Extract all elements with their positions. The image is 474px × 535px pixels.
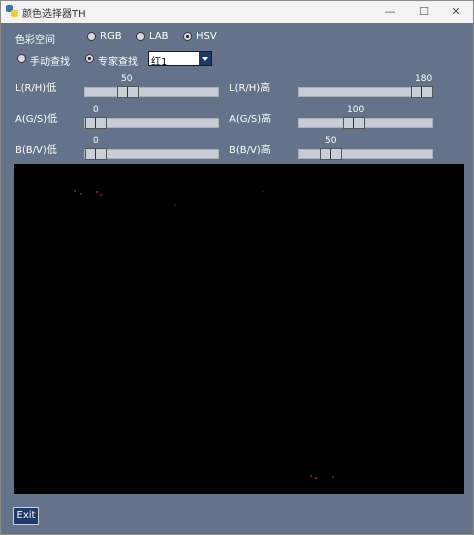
exit-button[interactable]: Exit xyxy=(13,507,39,525)
slider-b-low[interactable] xyxy=(84,148,219,160)
slider-a-low-label: A(G/S)低 xyxy=(15,114,58,125)
noise-pixel xyxy=(80,193,82,195)
radio-lab[interactable] xyxy=(136,32,145,41)
radio-manual-search[interactable] xyxy=(17,54,26,63)
maximize-button[interactable]: ☐ xyxy=(409,3,439,21)
radio-rgb[interactable] xyxy=(87,32,96,41)
python-app-icon xyxy=(6,5,18,17)
minimize-button[interactable]: — xyxy=(375,3,405,21)
slider-l-low-label: L(R/H)低 xyxy=(15,83,57,94)
image-preview xyxy=(14,164,464,494)
slider-a-low-thumb[interactable] xyxy=(85,117,107,129)
slider-l-high-thumb[interactable] xyxy=(411,86,433,98)
noise-pixel xyxy=(100,194,102,196)
slider-b-low-label: B(B/V)低 xyxy=(15,145,57,156)
slider-a-high-thumb[interactable] xyxy=(343,117,365,129)
window-title: 颜色选择器TH xyxy=(22,9,86,20)
slider-b-low-thumb[interactable] xyxy=(85,148,107,160)
slider-b-high[interactable] xyxy=(298,148,433,160)
color-space-label: 色彩空间 xyxy=(15,35,55,46)
slider-a-high-value: 100 xyxy=(347,105,365,115)
radio-expert-search[interactable] xyxy=(85,54,94,63)
close-button[interactable]: ✕ xyxy=(441,3,471,21)
slider-l-low-thumb[interactable] xyxy=(117,86,139,98)
radio-rgb-label[interactable]: RGB xyxy=(100,31,122,42)
slider-b-high-label: B(B/V)高 xyxy=(229,145,271,156)
slider-a-high-label: A(G/S)高 xyxy=(229,114,272,125)
slider-a-high[interactable] xyxy=(298,117,433,129)
radio-hsv-label[interactable]: HSV xyxy=(196,31,217,42)
slider-l-low[interactable] xyxy=(84,86,219,98)
slider-a-low-value: 0 xyxy=(93,105,99,115)
slider-l-high-label: L(R/H)高 xyxy=(229,83,271,94)
noise-pixel xyxy=(174,204,176,206)
preset-dropdown-value: 红1 xyxy=(151,57,168,68)
slider-l-high-value: 180 xyxy=(415,74,433,84)
noise-pixel xyxy=(310,475,312,477)
preset-dropdown[interactable]: 红1 xyxy=(148,51,212,68)
main-panel: 色彩空间 RGB LAB HSV 手动查找 专家查找 红1 L(R/H)低 50… xyxy=(1,23,473,534)
radio-hsv[interactable] xyxy=(183,32,192,41)
noise-pixel xyxy=(96,191,98,193)
slider-l-low-value: 50 xyxy=(121,74,133,84)
noise-pixel xyxy=(74,190,76,192)
radio-expert-search-label[interactable]: 专家查找 xyxy=(98,53,138,68)
noise-pixel xyxy=(332,476,334,478)
title-bar[interactable]: 颜色选择器TH — ☐ ✕ xyxy=(1,1,473,23)
app-window: 颜色选择器TH — ☐ ✕ 色彩空间 RGB LAB HSV 手动查找 专家查找… xyxy=(0,0,474,535)
chevron-down-icon[interactable] xyxy=(199,52,211,65)
radio-lab-label[interactable]: LAB xyxy=(149,31,169,42)
slider-a-low[interactable] xyxy=(84,117,219,129)
slider-l-high[interactable] xyxy=(298,86,433,98)
noise-pixel xyxy=(315,477,317,479)
radio-manual-search-label[interactable]: 手动查找 xyxy=(30,53,70,68)
slider-b-low-value: 0 xyxy=(93,136,99,146)
noise-pixel xyxy=(262,190,264,192)
slider-b-high-thumb[interactable] xyxy=(320,148,342,160)
slider-b-high-value: 50 xyxy=(325,136,337,146)
